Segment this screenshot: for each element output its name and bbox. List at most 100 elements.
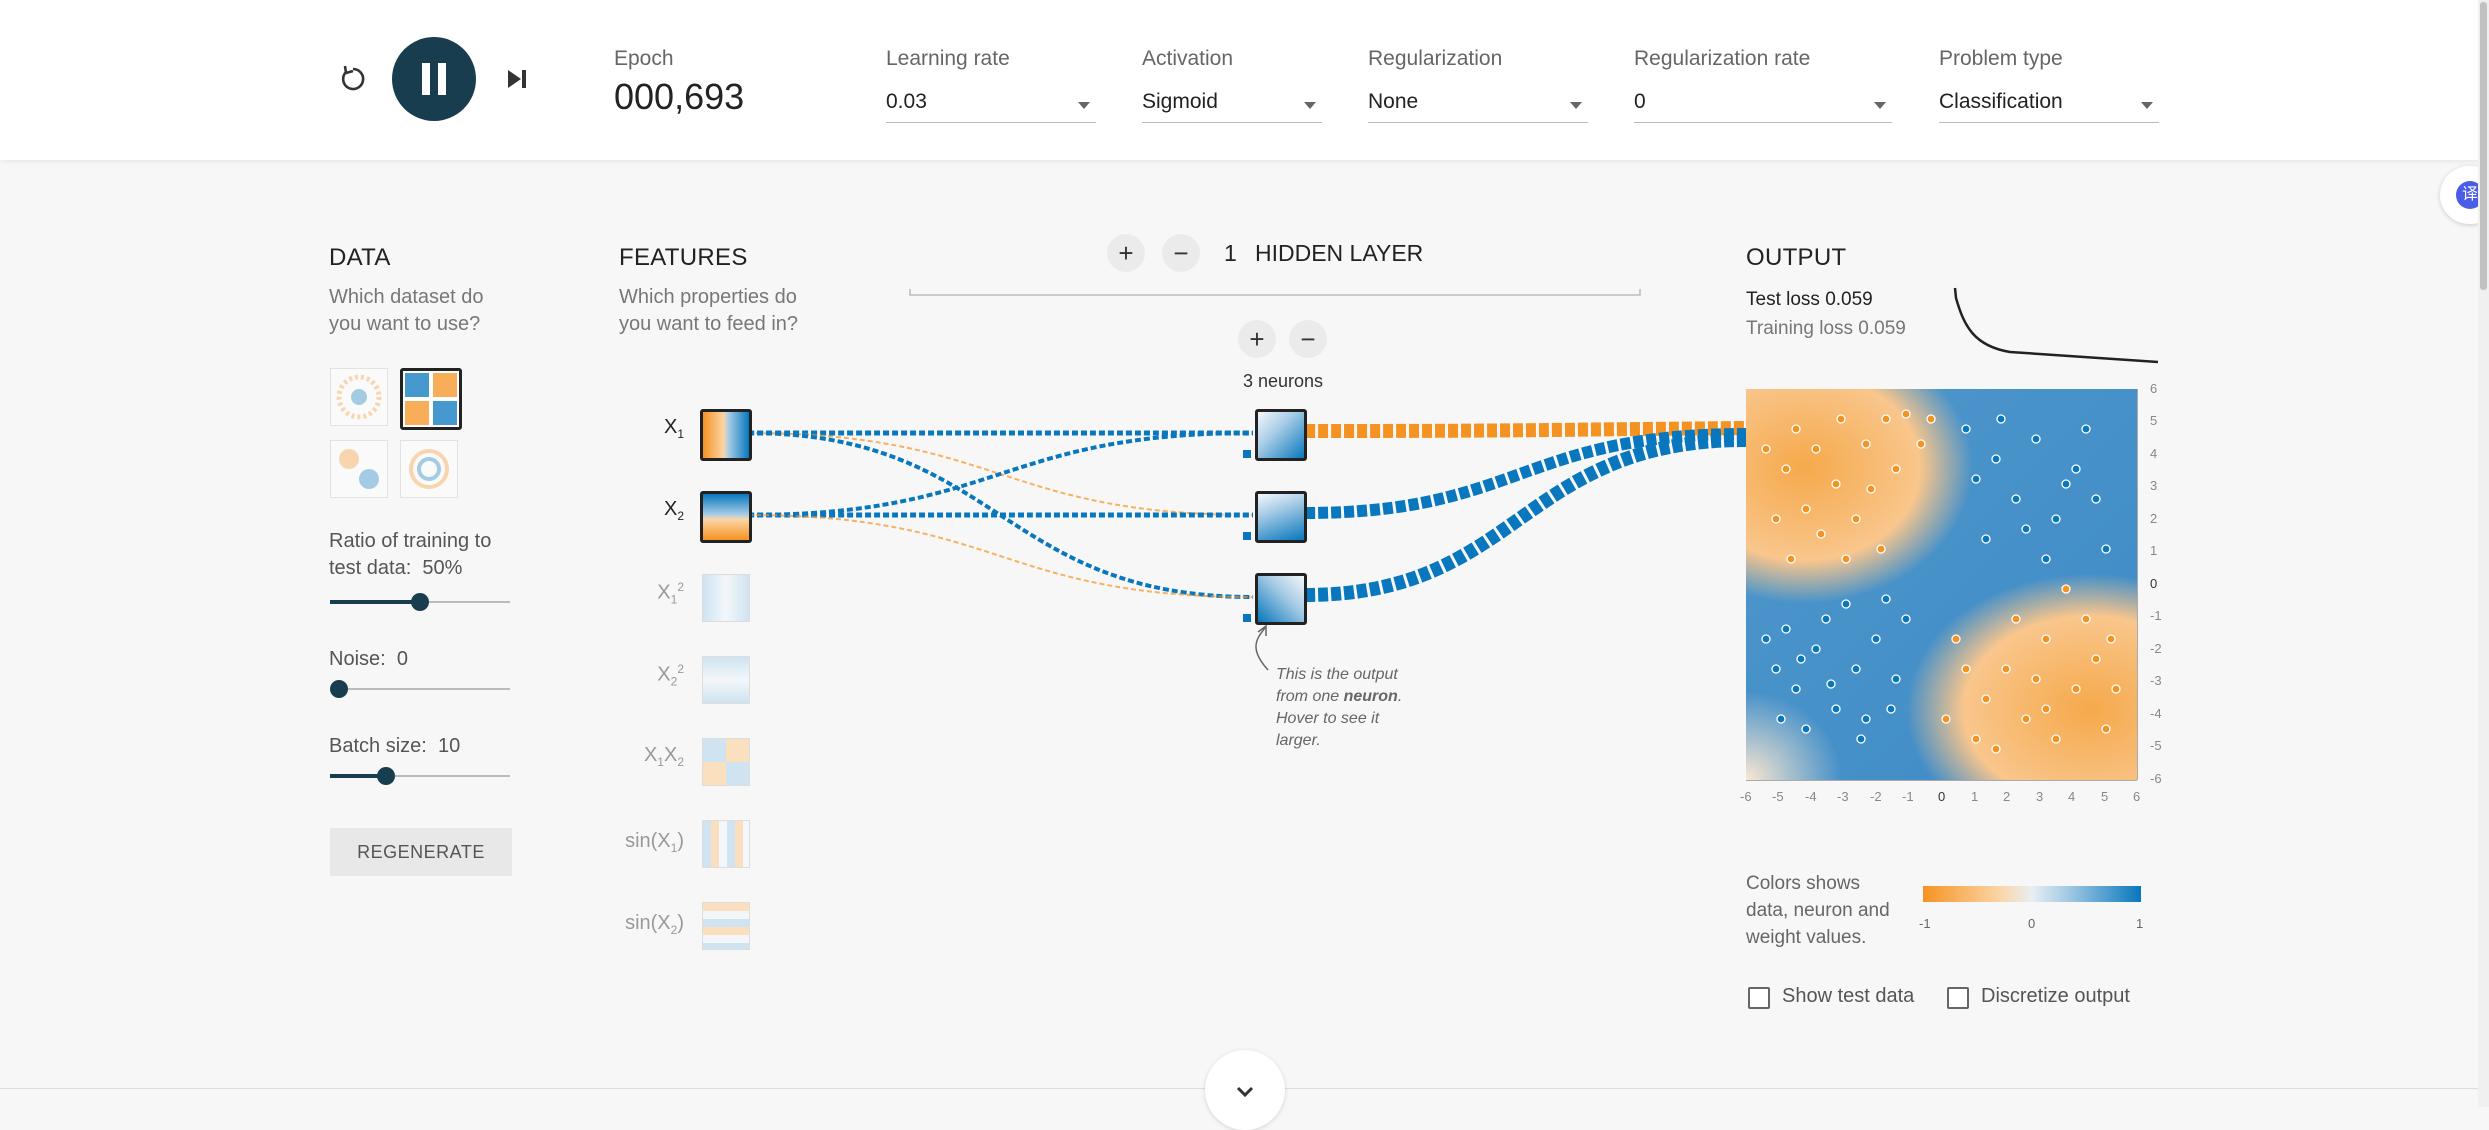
discretize-output-label[interactable]: Discretize output [1981, 985, 2130, 1008]
x-tick-label: 6 [2133, 789, 2141, 804]
y-tick-label: -6 [2150, 771, 2162, 786]
noise-slider-track [330, 688, 510, 690]
feature-x1-squared[interactable] [702, 574, 750, 622]
chevron-down-icon [1570, 102, 1582, 109]
scrollbar-thumb[interactable] [2480, 2, 2487, 290]
callout-line: from one [1276, 688, 1340, 705]
show-test-data-label[interactable]: Show test data [1782, 985, 1914, 1008]
batch-size-value: 10 [437, 735, 461, 757]
dataset-circle-icon [336, 374, 382, 420]
neuron-1-bias[interactable] [1243, 450, 1251, 458]
link-x2-n3[interactable] [747, 514, 1254, 598]
batch-size-slider[interactable] [330, 766, 510, 786]
feature-x1[interactable] [700, 409, 752, 461]
batch-size-label-text: Batch size: [329, 735, 427, 757]
link-n1-output[interactable] [1304, 421, 1747, 438]
ratio-slider-knob[interactable] [411, 593, 429, 611]
feature-x2-squared[interactable] [702, 656, 750, 704]
activation-label: Activation [1142, 47, 1234, 70]
regularization-select[interactable]: None [1368, 88, 1588, 124]
dataset-question-line: you want to use? [329, 313, 481, 335]
neuron-3-bias[interactable] [1243, 614, 1251, 622]
y-tick-label: -5 [2150, 738, 2162, 753]
remove-layer-button[interactable]: − [1162, 234, 1200, 272]
link-x1-n3[interactable] [747, 431, 1254, 599]
step-button[interactable] [502, 64, 532, 94]
add-neuron-button[interactable]: + [1238, 320, 1276, 358]
scrollbar[interactable] [2478, 0, 2489, 1107]
neuron-callout: This is the output from one neuron. Hove… [1276, 664, 1426, 752]
dataset-question: Which dataset do you want to use? [329, 284, 484, 338]
output-data-points [1761, 409, 2121, 754]
activation-select[interactable]: Sigmoid [1142, 88, 1322, 124]
link-x2-n1[interactable] [747, 431, 1254, 517]
feature-x2[interactable] [700, 491, 752, 543]
show-test-data-checkbox[interactable] [1748, 987, 1770, 1009]
problem-type-select[interactable]: Classification [1939, 88, 2159, 124]
x-tick-label: 2 [2003, 789, 2011, 804]
y-tick-label: 2 [2150, 511, 2158, 526]
scroll-down-button[interactable] [1205, 1050, 1285, 1130]
legend-text-line: Colors shows [1746, 873, 1861, 894]
select-underline [1634, 122, 1892, 123]
y-tick-label: 1 [2150, 543, 2158, 558]
neuron-2-bias[interactable] [1243, 532, 1251, 540]
x-tick-label: -2 [1870, 789, 1882, 804]
callout-line: This is the output [1276, 666, 1398, 683]
link-n2-output[interactable] [1304, 428, 1747, 519]
link-n3-output[interactable] [1304, 433, 1747, 602]
y-tick-label: -4 [2150, 706, 2162, 721]
neuron-2[interactable] [1255, 491, 1307, 543]
learning-rate-select[interactable]: 0.03 [886, 88, 1096, 124]
neuron-count-label: 3 neurons [1243, 371, 1324, 391]
y-tick-label: -3 [2150, 673, 2162, 688]
x-tick-label: -6 [1740, 789, 1752, 804]
regularization-value: None [1368, 90, 1419, 113]
learning-rate-label: Learning rate [886, 47, 1010, 70]
callout-arrow [1255, 627, 1269, 671]
discretize-output-checkbox[interactable] [1947, 987, 1969, 1009]
callout-arrowhead [1257, 624, 1267, 636]
dataset-spiral-thumbnail[interactable] [400, 440, 458, 498]
remove-neuron-button[interactable]: − [1289, 320, 1327, 358]
step-forward-icon [508, 70, 526, 88]
x-tick-label: 5 [2101, 789, 2109, 804]
noise-label-text: Noise: [329, 648, 386, 670]
callout-line: . [1397, 688, 1403, 705]
legend-text-line: data, neuron and [1746, 900, 1890, 921]
neuron-3[interactable] [1255, 573, 1307, 625]
features-question-line: you want to feed in? [619, 313, 799, 335]
regularization-rate-select[interactable]: 0 [1634, 88, 1892, 124]
noise-value: 0 [396, 648, 408, 670]
add-layer-button[interactable]: + [1107, 234, 1145, 272]
feature-sin-x2[interactable] [702, 902, 750, 950]
pause-icon [422, 63, 446, 95]
output-y-axis: 6 5 4 3 2 1 0 -1 -2 -3 -4 -5 -6 [2137, 381, 2168, 786]
dataset-xor-icon [405, 373, 457, 425]
dataset-xor-thumbnail[interactable] [400, 368, 462, 430]
batch-size-slider-knob[interactable] [376, 767, 395, 785]
noise-slider-knob[interactable] [330, 680, 348, 698]
output-heatmap[interactable] [1746, 389, 2137, 780]
x-tick-label: 4 [2068, 789, 2076, 804]
ratio-slider[interactable] [330, 592, 510, 612]
ratio-label-line: Ratio of training to [329, 530, 492, 552]
problem-type-label: Problem type [1939, 47, 2063, 70]
chevron-down-icon [1236, 1086, 1254, 1098]
regenerate-button[interactable]: REGENERATE [330, 828, 512, 876]
noise-label: Noise: 0 [329, 648, 408, 671]
link-x1-n2[interactable] [747, 432, 1254, 516]
feature-label-sin-x1: sin(X1) [625, 830, 684, 855]
neuron-1[interactable] [1255, 409, 1307, 461]
feature-sin-x1[interactable] [702, 820, 750, 868]
feature-label-sin-x2: sin(X2) [625, 912, 684, 937]
pause-button[interactable] [392, 37, 476, 121]
reset-button[interactable] [336, 62, 370, 96]
noise-slider[interactable] [330, 679, 510, 699]
ratio-label-line: test data: [329, 557, 412, 579]
features-section-title: FEATURES [619, 244, 748, 271]
dataset-gaussian-thumbnail[interactable] [330, 440, 388, 498]
feature-x1x2[interactable] [702, 738, 750, 786]
dataset-question-line: Which dataset do [329, 286, 484, 308]
dataset-circle-thumbnail[interactable] [330, 368, 388, 426]
